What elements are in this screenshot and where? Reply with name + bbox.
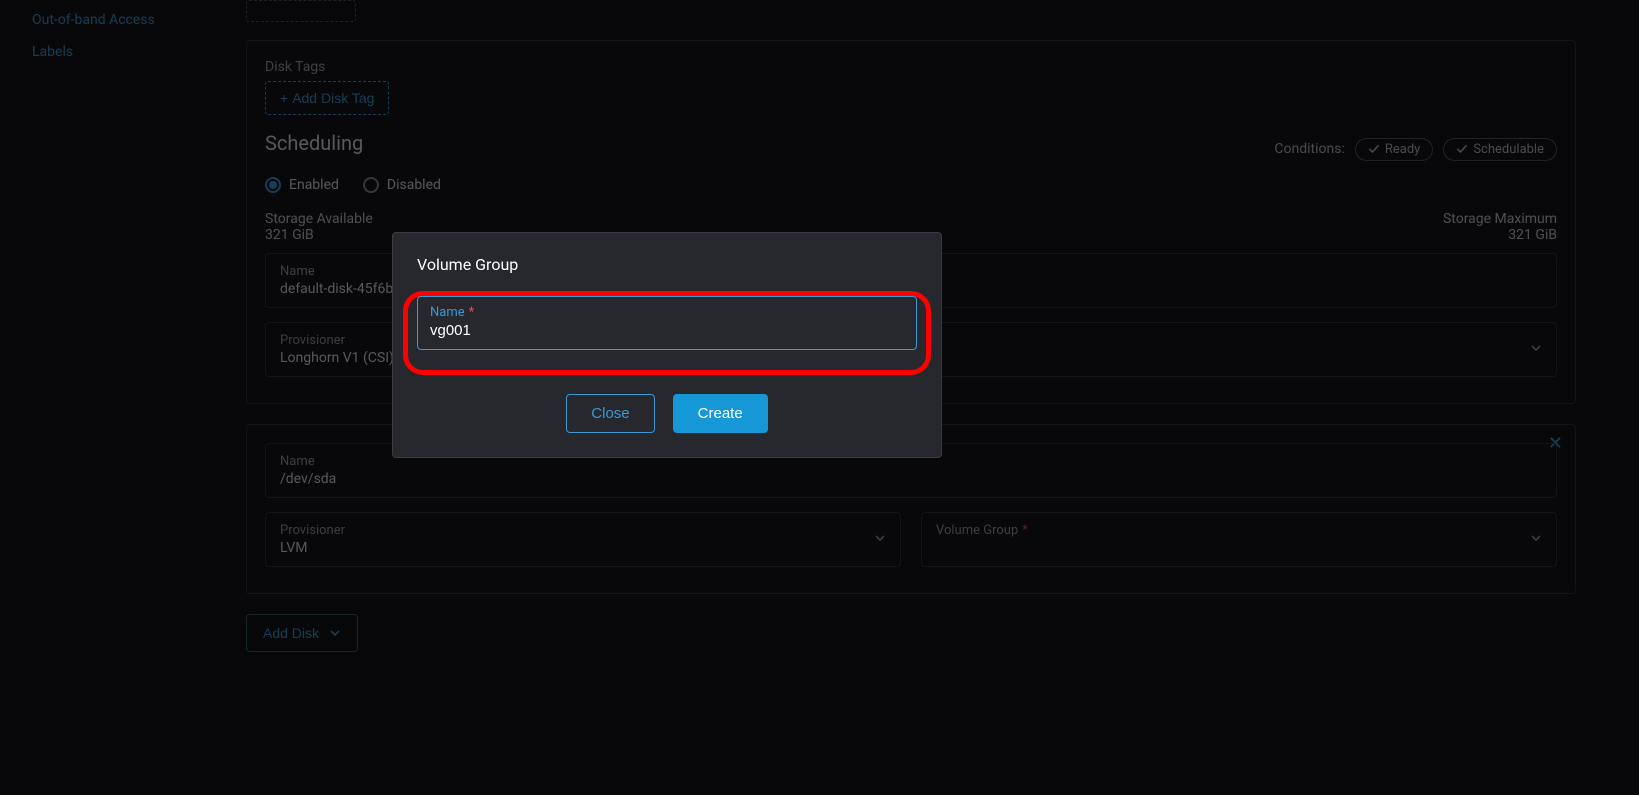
sidebar: Out-of-band Access Labels	[0, 0, 222, 795]
check-icon	[1456, 143, 1468, 155]
required-indicator: *	[469, 305, 475, 320]
scheduling-radio-group: Enabled Disabled	[265, 177, 1557, 193]
add-disk-tag-label: Add Disk Tag	[292, 90, 374, 106]
add-disk-button[interactable]: Add Disk	[246, 614, 358, 652]
sidebar-item-labels[interactable]: Labels	[0, 36, 222, 68]
provisioner-label: Provisioner	[280, 523, 886, 538]
volume-group-modal: Volume Group Name * Close Create	[392, 232, 942, 458]
radio-enabled[interactable]: Enabled	[265, 177, 339, 193]
storage-available: Storage Available 321 GiB	[265, 211, 373, 243]
volume-group-value	[936, 540, 1542, 556]
conditions-label: Conditions:	[1274, 141, 1344, 157]
modal-title: Volume Group	[417, 255, 917, 274]
schedulable-text: Schedulable	[1473, 142, 1544, 157]
modal-actions: Close Create	[417, 394, 917, 433]
storage-available-label: Storage Available	[265, 211, 373, 227]
vg-label-text: Volume Group	[936, 523, 1018, 538]
name-value: /dev/sda	[280, 471, 1542, 487]
provisioner-value: LVM	[280, 540, 886, 556]
condition-schedulable-pill: Schedulable	[1443, 138, 1557, 161]
tag-placeholder	[246, 0, 356, 22]
disabled-label: Disabled	[387, 177, 441, 193]
condition-ready-pill: Ready	[1355, 138, 1433, 161]
radio-dot-icon	[265, 177, 281, 193]
ready-text: Ready	[1385, 142, 1420, 157]
disk-tags-label: Disk Tags	[265, 59, 1557, 75]
add-disk-label: Add Disk	[263, 625, 319, 641]
chevron-down-icon	[1530, 342, 1542, 358]
volume-group-label: Volume Group *	[936, 523, 1542, 538]
modal-name-label-text: Name	[430, 305, 465, 320]
close-button[interactable]: Close	[566, 394, 654, 433]
modal-name-input[interactable]	[430, 320, 904, 339]
scheduling-title: Scheduling	[265, 131, 363, 155]
required-indicator: *	[1022, 523, 1028, 538]
storage-available-value: 321 GiB	[265, 227, 373, 243]
check-icon	[1368, 143, 1380, 155]
radio-dot-icon	[363, 177, 379, 193]
chevron-down-icon	[329, 627, 341, 639]
radio-disabled[interactable]: Disabled	[363, 177, 441, 193]
modal-name-label: Name *	[430, 305, 904, 320]
storage-maximum: Storage Maximum 321 GiB	[1443, 211, 1557, 243]
sidebar-item-out-of-band[interactable]: Out-of-band Access	[0, 4, 222, 36]
storage-maximum-label: Storage Maximum	[1443, 211, 1557, 227]
storage-maximum-value: 321 GiB	[1443, 227, 1557, 243]
chevron-down-icon	[1530, 532, 1542, 548]
enabled-label: Enabled	[289, 177, 339, 193]
add-disk-tag-button[interactable]: + Add Disk Tag	[265, 81, 389, 115]
disk2-volume-group-field[interactable]: Volume Group *	[921, 512, 1557, 567]
plus-icon: +	[280, 90, 288, 106]
chevron-down-icon	[874, 532, 886, 548]
conditions-row: Conditions: Ready Schedulable	[1274, 138, 1557, 161]
disk2-provisioner-field[interactable]: Provisioner LVM	[265, 512, 901, 567]
modal-name-field[interactable]: Name *	[417, 296, 917, 350]
create-button[interactable]: Create	[673, 394, 768, 433]
